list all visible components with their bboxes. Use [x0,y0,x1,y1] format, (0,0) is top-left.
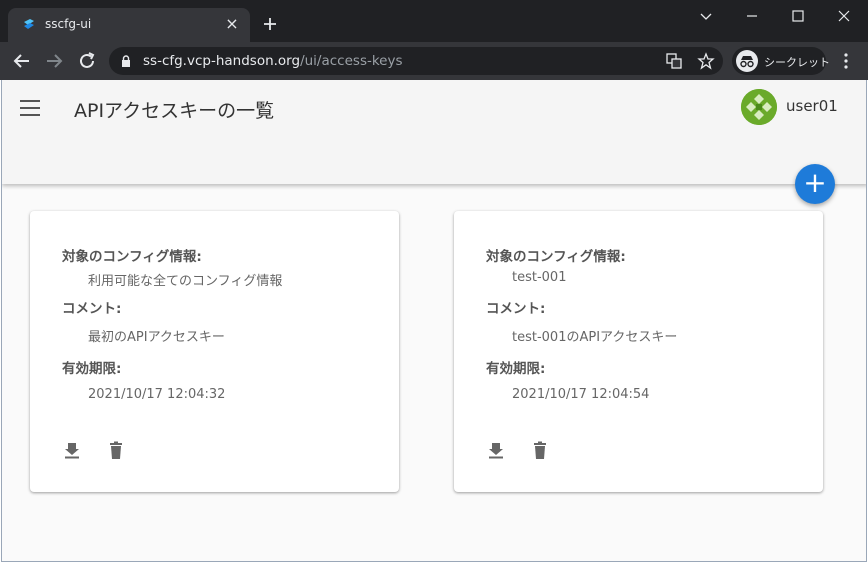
close-window-icon[interactable] [830,8,858,24]
avatar[interactable] [741,89,777,125]
lock-icon [122,55,130,67]
incognito-label: シークレット [764,56,830,69]
expiry-value: 2021/10/17 12:04:32 [88,387,226,402]
incognito-icon [736,50,758,72]
comment-value: test-001のAPIアクセスキー [512,330,678,345]
expiry-label: 有効期限: [62,361,122,377]
config-label: 対象のコンフィグ情報: [486,249,626,265]
config-value: 利用可能な全てのコンフィグ情報 [88,274,283,289]
comment-label: コメント: [486,301,546,317]
url-text: ss-cfg.vcp-handson.org/ui/access-keys [143,53,403,69]
delete-icon[interactable] [530,440,550,460]
browser-tab-bar: sscfg-ui × [0,0,868,42]
close-tab-icon[interactable]: × [224,16,240,32]
tab-search-icon[interactable] [692,8,720,24]
app-header: APIアクセスキーの一覧 user01 [2,80,866,184]
bookmark-star-icon[interactable] [697,52,715,70]
incognito-badge[interactable]: シークレット [732,47,830,75]
add-access-key-button[interactable]: + [795,164,835,204]
page-title: APIアクセスキーの一覧 [74,100,275,122]
comment-value: 最初のAPIアクセスキー [88,330,225,345]
username: user01 [786,97,838,115]
config-value: test-001 [512,270,567,285]
delete-icon[interactable] [106,440,126,460]
tab-title: sscfg-ui [45,17,92,31]
browser-tab[interactable]: sscfg-ui × [8,8,250,42]
access-key-card: 対象のコンフィグ情報: test-001 コメント: test-001のAPIア… [454,211,823,492]
expiry-label: 有効期限: [486,361,546,377]
app-viewport: APIアクセスキーの一覧 user01 + 対象のコンフィグ情報: 利用可能な全… [1,80,867,562]
browser-toolbar: ss-cfg.vcp-handson.org/ui/access-keys シー… [0,42,868,80]
forward-icon[interactable] [43,50,65,72]
back-icon[interactable] [11,50,33,72]
maximize-icon[interactable] [784,8,812,24]
new-tab-icon[interactable] [261,15,279,33]
access-key-card: 対象のコンフィグ情報: 利用可能な全てのコンフィグ情報 コメント: 最初のAPI… [30,211,399,492]
browser-menu-icon[interactable] [838,52,854,70]
download-icon[interactable] [62,440,82,460]
address-bar[interactable]: ss-cfg.vcp-handson.org/ui/access-keys [109,47,723,75]
reload-icon[interactable] [76,50,98,72]
url-host: ss-cfg.vcp-handson.org [143,53,301,69]
config-label: 対象のコンフィグ情報: [62,249,202,265]
comment-label: コメント: [62,301,122,317]
expiry-value: 2021/10/17 12:04:54 [512,387,650,402]
translate-icon[interactable] [665,52,683,70]
minimize-icon[interactable] [738,8,766,24]
url-path: /ui/access-keys [300,53,403,69]
avatar-pattern-icon [741,89,777,125]
menu-icon[interactable] [20,100,40,116]
download-icon[interactable] [486,440,506,460]
app-favicon-icon [24,19,34,29]
